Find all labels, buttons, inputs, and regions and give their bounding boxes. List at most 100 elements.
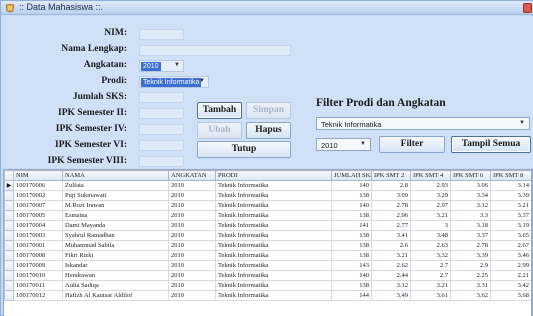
table-cell[interactable]: 141	[331, 220, 372, 231]
column-header[interactable]: ANGKATAN	[168, 170, 216, 181]
angkatan-select[interactable]: 2010 ▼	[139, 60, 184, 72]
table-cell[interactable]: 3.37	[450, 230, 491, 241]
table-cell[interactable]: 140	[331, 200, 372, 211]
table-cell[interactable]: 3.49	[371, 290, 411, 301]
table-cell[interactable]: 3.41	[371, 230, 411, 241]
table-cell[interactable]: Teknik Informatika	[215, 220, 332, 231]
table-row[interactable]: 100170007 M.Rozi Irawan 2010 Teknik Informa…	[4, 200, 531, 211]
table-cell[interactable]: 3.19	[490, 220, 531, 231]
table-cell[interactable]: 100170010	[13, 270, 63, 281]
tambah-button[interactable]: Tambah	[197, 102, 242, 119]
nama-field[interactable]	[139, 45, 291, 56]
table-cell[interactable]: 3.48	[410, 230, 451, 241]
table-cell[interactable]: 2.96	[371, 210, 411, 221]
table-cell[interactable]: 3.68	[490, 290, 531, 301]
table-cell[interactable]: 100170006	[13, 180, 63, 191]
prodi-select[interactable]: Teknik Informatika ▼	[139, 76, 209, 88]
table-cell[interactable]: 138	[331, 230, 372, 241]
table-cell[interactable]: 3.09	[371, 190, 411, 201]
table-cell[interactable]: Fikri Rizki	[62, 250, 169, 261]
table-cell[interactable]: Teknik Informatika	[215, 250, 332, 261]
table-cell[interactable]: Zulfata	[62, 180, 169, 191]
table-cell[interactable]: 3.21	[371, 250, 411, 261]
table-cell[interactable]: 143	[331, 260, 372, 271]
table-cell[interactable]: 3.21	[490, 200, 531, 211]
table-cell[interactable]: 138	[331, 210, 372, 221]
table-row[interactable]: 100170009 Iskandar 2010 Teknik Informatika 1…	[4, 260, 531, 271]
column-header[interactable]: NAMA	[62, 170, 169, 181]
table-row[interactable]: 100170002 Puji Sukmawati 2010 Teknik Inform…	[4, 190, 531, 201]
table-cell[interactable]: Iskandar	[62, 260, 169, 271]
table-cell[interactable]: 138	[331, 250, 372, 261]
table-cell[interactable]: 3.39	[490, 190, 531, 201]
table-cell[interactable]: 3.32	[410, 250, 451, 261]
table-cell[interactable]: 138	[331, 190, 372, 201]
table-cell[interactable]: 2.25	[450, 270, 491, 281]
table-cell[interactable]: 100170002	[13, 190, 63, 201]
table-cell[interactable]: 2.7	[410, 260, 451, 271]
table-row[interactable]: 100170005 Esmaina 2010 Teknik Informatika 13…	[4, 210, 531, 221]
table-cell[interactable]: 3.39	[450, 250, 491, 261]
ubah-button[interactable]: Ubah	[197, 122, 242, 139]
row-header[interactable]	[4, 270, 14, 281]
table-cell[interactable]: Teknik Informatika	[215, 290, 332, 301]
table-cell[interactable]: Teknik Informatika	[215, 190, 332, 201]
table-cell[interactable]: 3.65	[490, 230, 531, 241]
current-row-pointer-icon[interactable]: ▶	[4, 180, 14, 191]
table-cell[interactable]: 3.3	[450, 210, 491, 221]
tutup-button[interactable]: Tutup	[197, 141, 291, 158]
table-cell[interactable]: 100170009	[13, 260, 63, 271]
table-cell[interactable]: 3.34	[450, 190, 491, 201]
table-row[interactable]: 100170012 Hafizh Al Kautsar Aldilof 2010 Te…	[4, 290, 531, 301]
table-cell[interactable]: Teknik Informatika	[215, 280, 332, 291]
row-header[interactable]	[4, 230, 14, 241]
table-cell[interactable]: 2010	[168, 200, 216, 211]
table-cell[interactable]: 2010	[168, 180, 216, 191]
table-cell[interactable]: Aulia Sadiqa	[62, 280, 169, 291]
table-cell[interactable]: Muhammad Sabila	[62, 240, 169, 251]
sks-field[interactable]	[139, 92, 184, 103]
row-header[interactable]	[4, 260, 14, 271]
table-cell[interactable]: 3.42	[490, 280, 531, 291]
column-header[interactable]: JUMLAH SKS	[331, 170, 372, 181]
table-cell[interactable]: 2.62	[371, 260, 411, 271]
ipk2-field[interactable]	[139, 108, 184, 119]
column-header[interactable]: PRODI	[215, 170, 332, 181]
table-cell[interactable]: 2.97	[410, 200, 451, 211]
table-cell[interactable]: 3.14	[490, 180, 531, 191]
filter-prodi-select[interactable]: Teknik Informatika ▼	[316, 117, 530, 130]
table-cell[interactable]: 3	[410, 220, 451, 231]
table-cell[interactable]: 2010	[168, 290, 216, 301]
table-cell[interactable]: Teknik Informatika	[215, 260, 332, 271]
table-cell[interactable]: 3.21	[410, 210, 451, 221]
table-cell[interactable]: Teknik Informatika	[215, 270, 332, 281]
table-cell[interactable]: 2.77	[371, 220, 411, 231]
table-cell[interactable]: 100170011	[13, 280, 63, 291]
column-header[interactable]: NIM	[13, 170, 63, 181]
row-header[interactable]	[4, 210, 14, 221]
table-cell[interactable]: Teknik Informatika	[215, 240, 332, 251]
table-cell[interactable]: Teknik Informatika	[215, 180, 332, 191]
ipk8-field[interactable]	[139, 156, 184, 167]
ipk6-field[interactable]	[139, 140, 184, 151]
table-cell[interactable]: 2.78	[371, 200, 411, 211]
table-cell[interactable]: 2.7	[410, 270, 451, 281]
tampil-semua-button[interactable]: Tampil Semua	[451, 136, 531, 153]
table-cell[interactable]: 2010	[168, 230, 216, 241]
table-cell[interactable]: 2010	[168, 270, 216, 281]
table-cell[interactable]: 2.93	[410, 180, 451, 191]
row-header[interactable]	[4, 190, 14, 201]
table-row[interactable]: 100170010 Hendrawan 2010 Teknik Informatika…	[4, 270, 531, 281]
table-cell[interactable]: 2.8	[371, 180, 411, 191]
table-cell[interactable]: 3.46	[490, 250, 531, 261]
table-cell[interactable]: 2.21	[490, 270, 531, 281]
table-cell[interactable]: 144	[331, 290, 372, 301]
simpan-button[interactable]: Simpan	[246, 102, 291, 119]
column-header[interactable]: IPK SMT 6	[450, 170, 491, 181]
table-cell[interactable]: 100170001	[13, 240, 63, 251]
table-cell[interactable]: 2010	[168, 220, 216, 231]
table-cell[interactable]: Hafizh Al Kautsar Aldilof	[62, 290, 169, 301]
table-cell[interactable]: 2010	[168, 210, 216, 221]
filter-button[interactable]: Filter	[379, 136, 445, 153]
table-cell[interactable]: 3.62	[450, 290, 491, 301]
